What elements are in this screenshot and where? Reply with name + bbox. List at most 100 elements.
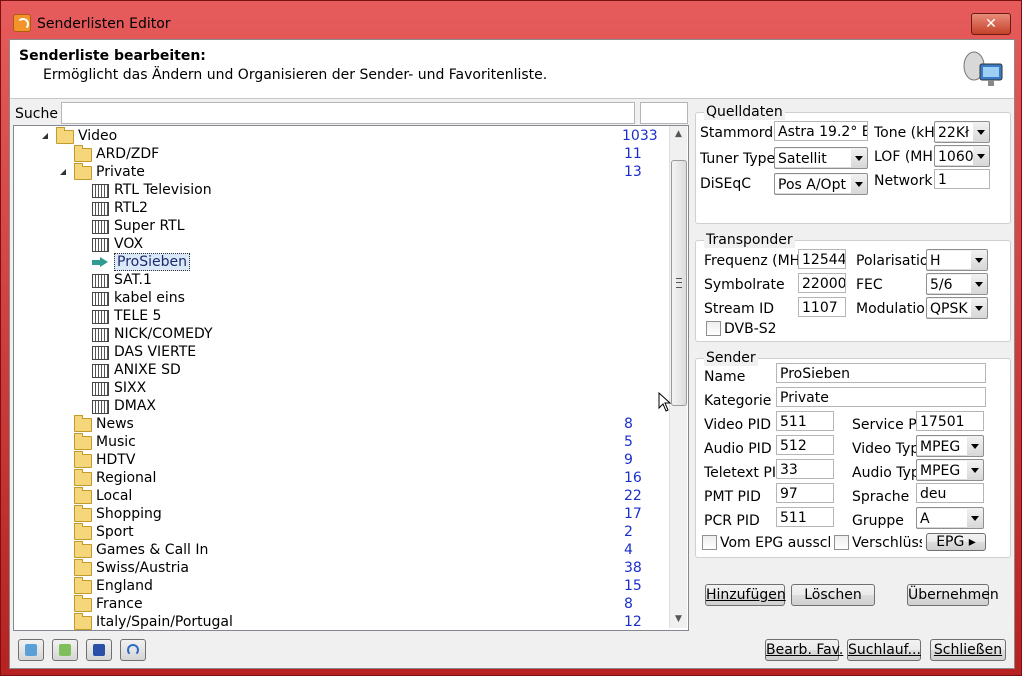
tree-row[interactable]: Games & Call In 4 — [14, 541, 664, 560]
tree-row[interactable]: RTL Television — [14, 182, 664, 200]
tree-row-label: Music — [96, 434, 136, 450]
tree-row[interactable]: Music 5 — [14, 433, 664, 452]
collapsed-triangle-icon[interactable] — [59, 490, 66, 502]
tree-row[interactable]: SIXX — [14, 380, 664, 398]
delete-button[interactable]: Löschen — [791, 584, 875, 606]
tree-row[interactable]: ProSieben — [14, 253, 664, 272]
tree-row[interactable]: Regional 16 — [14, 469, 664, 488]
pmt-pid-field[interactable]: 97 — [776, 483, 834, 503]
collapsed-triangle-icon[interactable] — [59, 508, 66, 520]
network-field[interactable]: 1 — [934, 169, 990, 189]
group-select[interactable]: A — [916, 507, 984, 529]
video-pid-field[interactable]: 511 — [776, 411, 834, 431]
epg-button[interactable]: EPG ▸ — [926, 533, 986, 551]
tree-row[interactable]: kabel eins — [14, 290, 664, 308]
audio-type-select[interactable]: MPEG — [916, 459, 984, 481]
modulation-select[interactable]: QPSK — [926, 297, 988, 319]
tree-row[interactable]: ANIXE SD — [14, 362, 664, 380]
tree-row-label: ProSieben — [114, 253, 190, 271]
search-option-box[interactable] — [640, 102, 688, 124]
collapsed-triangle-icon[interactable] — [77, 274, 84, 286]
tree-scrollbar[interactable]: ▲ ▼ — [669, 126, 687, 628]
tree-row[interactable]: Italy/Spain/Portugal 12 — [14, 613, 664, 630]
tree-row[interactable]: RTL2 — [14, 200, 664, 218]
tree-row[interactable]: Private 13 — [14, 163, 664, 182]
collapsed-triangle-icon[interactable] — [59, 436, 66, 448]
scroll-down-icon[interactable]: ▼ — [670, 611, 687, 628]
collapsed-triangle-icon[interactable] — [59, 148, 66, 160]
epg-exclude-checkbox[interactable] — [702, 535, 717, 550]
video-type-select[interactable]: MPEG — [916, 435, 984, 457]
collapsed-triangle-icon[interactable] — [59, 472, 66, 484]
tone-select[interactable]: 22Kł — [934, 121, 990, 143]
collapsed-triangle-icon[interactable] — [59, 598, 66, 610]
service-pid-field[interactable]: 17501 — [916, 411, 984, 431]
save-button[interactable] — [86, 639, 112, 661]
undo-button[interactable] — [120, 639, 146, 661]
tree-row[interactable]: HDTV 9 — [14, 451, 664, 470]
collapsed-triangle-icon[interactable] — [77, 184, 84, 196]
teletext-pid-field[interactable]: 33 — [776, 459, 834, 479]
import-list-button[interactable] — [18, 639, 44, 661]
tree-row-label: Sport — [96, 524, 134, 540]
root-folder-field[interactable]: Astra 19.2° E — [774, 121, 868, 141]
expanded-triangle-icon[interactable] — [42, 133, 48, 139]
lof-select[interactable]: 1060 — [934, 145, 990, 167]
name-field[interactable]: ProSieben — [776, 363, 986, 383]
collapsed-triangle-icon[interactable] — [59, 526, 66, 538]
fec-select[interactable]: 5/6 — [926, 273, 988, 295]
symbolrate-field[interactable]: 22000 — [798, 273, 846, 293]
tree-row[interactable]: DMAX — [14, 398, 664, 416]
search-input[interactable] — [61, 102, 635, 124]
collapsed-triangle-icon[interactable] — [59, 418, 66, 430]
pcr-pid-field[interactable]: 511 — [776, 507, 834, 527]
diseqc-select[interactable]: Pos A/Opt — [774, 173, 868, 195]
collapsed-triangle-icon[interactable] — [59, 562, 66, 574]
encrypted-checkbox[interactable] — [834, 535, 849, 550]
tree-row[interactable]: TELE 5 — [14, 308, 664, 326]
expanded-triangle-icon[interactable] — [60, 169, 66, 175]
dvbs2-checkbox[interactable] — [706, 321, 721, 336]
collapsed-triangle-icon[interactable] — [59, 454, 66, 466]
apply-button[interactable]: Übernehmen — [907, 584, 999, 606]
channel-tree[interactable]: ▲ ▼ Video 1033 ARD/ZDF 11 Private 13 RTL Telev… — [13, 125, 689, 631]
polarisation-select[interactable]: H — [926, 249, 988, 271]
tree-row-label: kabel eins — [114, 290, 185, 306]
tree-row[interactable]: NICK/COMEDY — [14, 326, 664, 344]
title-bar[interactable]: Senderlisten Editor ✕ — [1, 1, 1021, 35]
tree-row[interactable]: DAS VIERTE — [14, 344, 664, 362]
collapsed-triangle-icon[interactable] — [77, 346, 84, 358]
stream-id-field[interactable]: 1107 — [798, 297, 846, 317]
tree-row-count: 13 — [624, 164, 642, 180]
tree-row[interactable]: Sport 2 — [14, 523, 664, 542]
close-window-button[interactable]: ✕ — [971, 13, 1011, 35]
add-button[interactable]: Hinzufügen — [705, 584, 786, 606]
collapsed-triangle-icon[interactable] — [77, 256, 84, 268]
collapsed-triangle-icon[interactable] — [59, 580, 66, 592]
audio-pid-field[interactable]: 512 — [776, 435, 834, 455]
tree-row[interactable]: SAT.1 — [14, 272, 664, 290]
tree-row[interactable]: Super RTL — [14, 218, 664, 236]
tree-row[interactable]: France 8 — [14, 595, 664, 614]
tree-row[interactable]: Swiss/Austria 38 — [14, 559, 664, 578]
tuner-type-select[interactable]: Satellit — [774, 147, 868, 169]
collapsed-triangle-icon[interactable] — [59, 616, 66, 628]
tree-row[interactable]: Local 22 — [14, 487, 664, 506]
scan-button[interactable]: Suchlauf... — [847, 639, 921, 661]
scroll-up-icon[interactable]: ▲ — [670, 126, 687, 143]
tree-row[interactable]: Shopping 17 — [14, 505, 664, 524]
tree-row[interactable]: Video 1033 — [14, 127, 664, 146]
language-field[interactable]: deu — [916, 483, 984, 503]
edit-favorites-button[interactable]: Bearb. Fav. — [765, 639, 843, 661]
category-field[interactable]: Private — [776, 387, 986, 407]
tree-row[interactable]: VOX — [14, 236, 664, 254]
tree-row[interactable]: ARD/ZDF 11 — [14, 145, 664, 164]
scroll-thumb[interactable] — [671, 160, 687, 406]
collapsed-triangle-icon[interactable] — [59, 544, 66, 556]
tree-row-label: SIXX — [114, 380, 147, 396]
tree-row[interactable]: News 8 — [14, 415, 664, 434]
tree-row[interactable]: England 15 — [14, 577, 664, 596]
frequency-field[interactable]: 12544 — [798, 249, 846, 269]
close-button[interactable]: Schließen — [930, 639, 1006, 661]
export-list-button[interactable] — [52, 639, 78, 661]
